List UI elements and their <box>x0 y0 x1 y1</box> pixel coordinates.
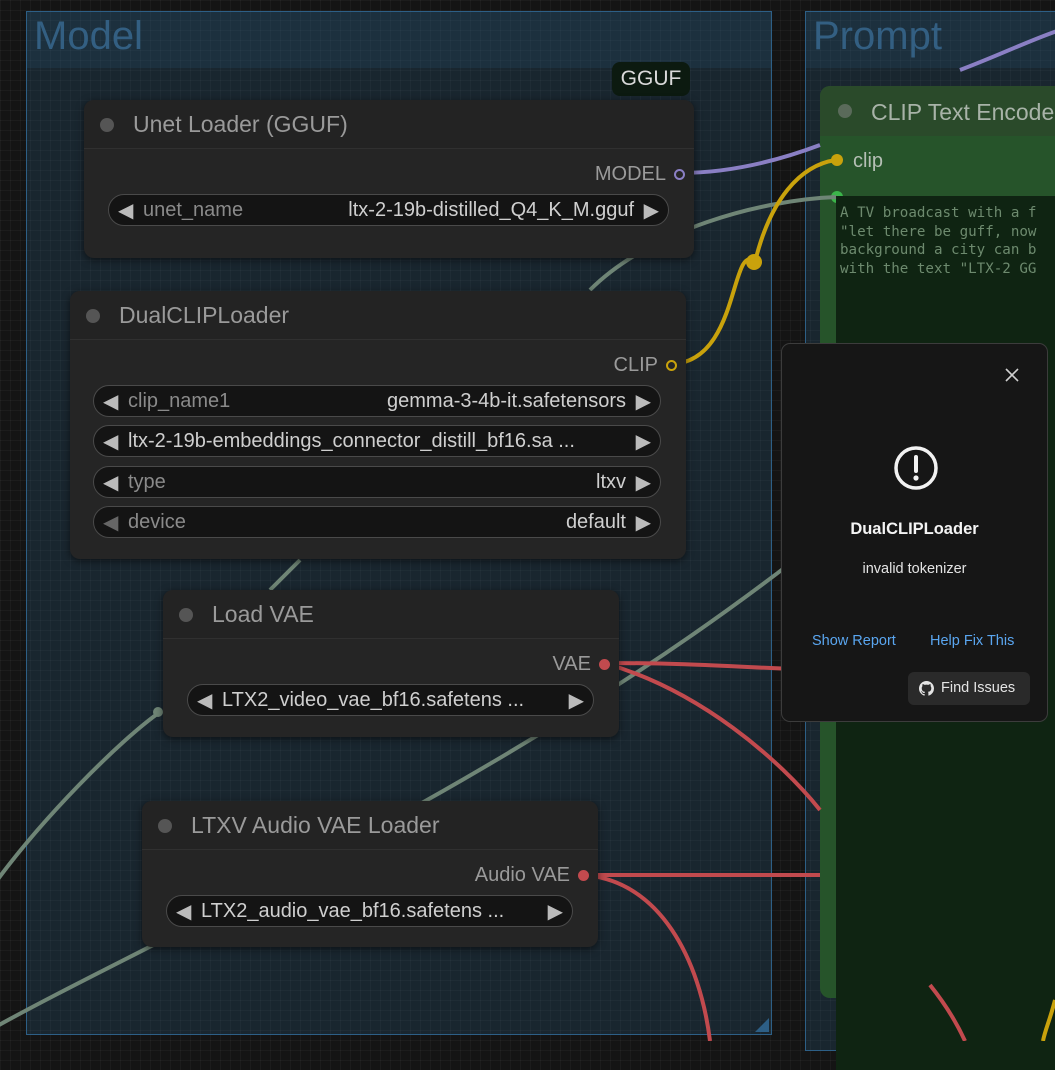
output-clip[interactable]: CLIP <box>486 354 686 378</box>
show-report-link[interactable]: Show Report <box>812 633 896 649</box>
widget-name: unet_name <box>143 199 244 221</box>
node-collapse-dot[interactable] <box>100 118 114 132</box>
output-model[interactable]: MODEL <box>494 163 694 187</box>
node-title: DualCLIPLoader <box>119 302 290 328</box>
output-audio-vae-label: Audio VAE <box>474 864 570 886</box>
audio-vae-name-combo[interactable]: ◀ LTX2_audio_vae_bf16.safetens ... ▶ <box>166 895 573 927</box>
wire-clip-midpoint <box>746 254 762 270</box>
clip-name2-combo[interactable]: ◀ ltx-2-19b-embeddings_connector_distill… <box>93 425 661 457</box>
type-combo[interactable]: ◀ type ltxv ▶ <box>93 466 661 498</box>
node-collapse-dot[interactable] <box>158 819 172 833</box>
find-issues-button[interactable]: Find Issues <box>908 672 1030 705</box>
decrement-arrow-icon[interactable]: ◀ <box>103 389 118 414</box>
widget-value: gemma-3-4b-it.safetensors <box>387 390 626 412</box>
node-dualcliploader[interactable]: DualCLIPLoader CLIP ◀ clip_name1 gemma-3… <box>70 291 686 559</box>
increment-arrow-icon[interactable]: ▶ <box>636 429 651 454</box>
node-unet-loader-header[interactable]: Unet Loader (GGUF) <box>84 100 694 149</box>
github-icon <box>919 681 934 696</box>
decrement-arrow-icon[interactable]: ◀ <box>176 899 191 924</box>
error-title: DualCLIPLoader <box>850 520 979 538</box>
clip-name1-combo[interactable]: ◀ clip_name1 gemma-3-4b-it.safetensors ▶ <box>93 385 661 417</box>
decrement-arrow-icon[interactable]: ◀ <box>103 470 118 495</box>
output-vae[interactable]: VAE <box>419 653 619 677</box>
decrement-arrow-icon[interactable]: ◀ <box>103 429 118 454</box>
widget-value: ltx-2-19b-embeddings_connector_distill_b… <box>128 430 575 452</box>
decrement-arrow-icon[interactable]: ◀ <box>197 688 212 713</box>
widget-value: ltx-2-19b-distilled_Q4_K_M.gguf <box>348 199 634 221</box>
error-toast: DualCLIPLoader invalid tokenizer Show Re… <box>781 343 1048 722</box>
node-dualcliploader-header[interactable]: DualCLIPLoader <box>70 291 686 340</box>
wire-model-top <box>959 29 1055 72</box>
wire-reroute-dot <box>153 707 163 717</box>
wire-clip-bottom <box>1041 999 1055 1041</box>
wire-gray-4 <box>268 558 302 592</box>
output-vae-label: VAE <box>552 653 591 675</box>
output-audio-vae-dot[interactable] <box>578 870 589 881</box>
output-vae-dot[interactable] <box>599 659 610 670</box>
node-load-vae[interactable]: Load VAE VAE ◀ LTX2_video_vae_bf16.safet… <box>163 590 619 737</box>
node-title: Load VAE <box>212 601 314 627</box>
widget-value: default <box>565 511 626 533</box>
output-audio-vae[interactable]: Audio VAE <box>398 864 598 888</box>
wire-model <box>679 143 821 175</box>
widget-name: clip_name1 <box>128 390 231 412</box>
widget-name: type <box>128 471 166 493</box>
increment-arrow-icon[interactable]: ▶ <box>636 389 651 414</box>
node-title: Unet Loader (GGUF) <box>133 111 348 137</box>
widget-value: ltxv <box>596 471 626 493</box>
node-title: LTXV Audio VAE Loader <box>191 812 440 838</box>
widget-value: LTX2_audio_vae_bf16.safetens ... <box>201 900 505 922</box>
error-message: invalid tokenizer <box>862 561 967 577</box>
node-ltxv-audio-vae-loader-header[interactable]: LTXV Audio VAE Loader <box>142 801 598 850</box>
wire-audio-2 <box>582 873 712 1041</box>
exclamation-circle-icon <box>894 446 938 490</box>
help-fix-link[interactable]: Help Fix This <box>930 633 1014 649</box>
decrement-arrow-icon[interactable]: ◀ <box>118 198 133 223</box>
node-unet-loader[interactable]: Unet Loader (GGUF) MODEL ◀ unet_name ltx… <box>84 100 694 258</box>
gguf-badge: GGUF <box>612 62 690 96</box>
output-clip-dot[interactable] <box>666 360 677 371</box>
increment-arrow-icon[interactable]: ▶ <box>636 470 651 495</box>
increment-arrow-icon[interactable]: ▶ <box>636 510 651 535</box>
node-collapse-dot[interactable] <box>179 608 193 622</box>
node-load-vae-header[interactable]: Load VAE <box>163 590 619 639</box>
close-icon[interactable] <box>1003 366 1021 384</box>
decrement-arrow-icon[interactable]: ◀ <box>103 510 118 535</box>
unet-name-combo[interactable]: ◀ unet_name ltx-2-19b-distilled_Q4_K_M.g… <box>108 194 669 226</box>
widget-name: device <box>128 511 186 533</box>
node-collapse-dot[interactable] <box>86 309 100 323</box>
increment-arrow-icon[interactable]: ▶ <box>548 899 563 924</box>
output-clip-label: CLIP <box>613 354 658 376</box>
find-issues-label: Find Issues <box>941 680 1016 696</box>
vae-name-combo[interactable]: ◀ LTX2_video_vae_bf16.safetens ... ▶ <box>187 684 594 716</box>
node-ltxv-audio-vae-loader[interactable]: LTXV Audio VAE Loader Audio VAE ◀ LTX2_a… <box>142 801 598 947</box>
increment-arrow-icon[interactable]: ▶ <box>569 688 584 713</box>
output-model-label: MODEL <box>594 163 666 185</box>
device-combo[interactable]: ◀ device default ▶ <box>93 506 661 538</box>
wire-gray-2 <box>0 710 162 880</box>
output-model-dot[interactable] <box>674 169 685 180</box>
wire-vae-3 <box>928 983 967 1041</box>
widget-value: LTX2_video_vae_bf16.safetens ... <box>222 689 525 711</box>
increment-arrow-icon[interactable]: ▶ <box>644 198 659 223</box>
